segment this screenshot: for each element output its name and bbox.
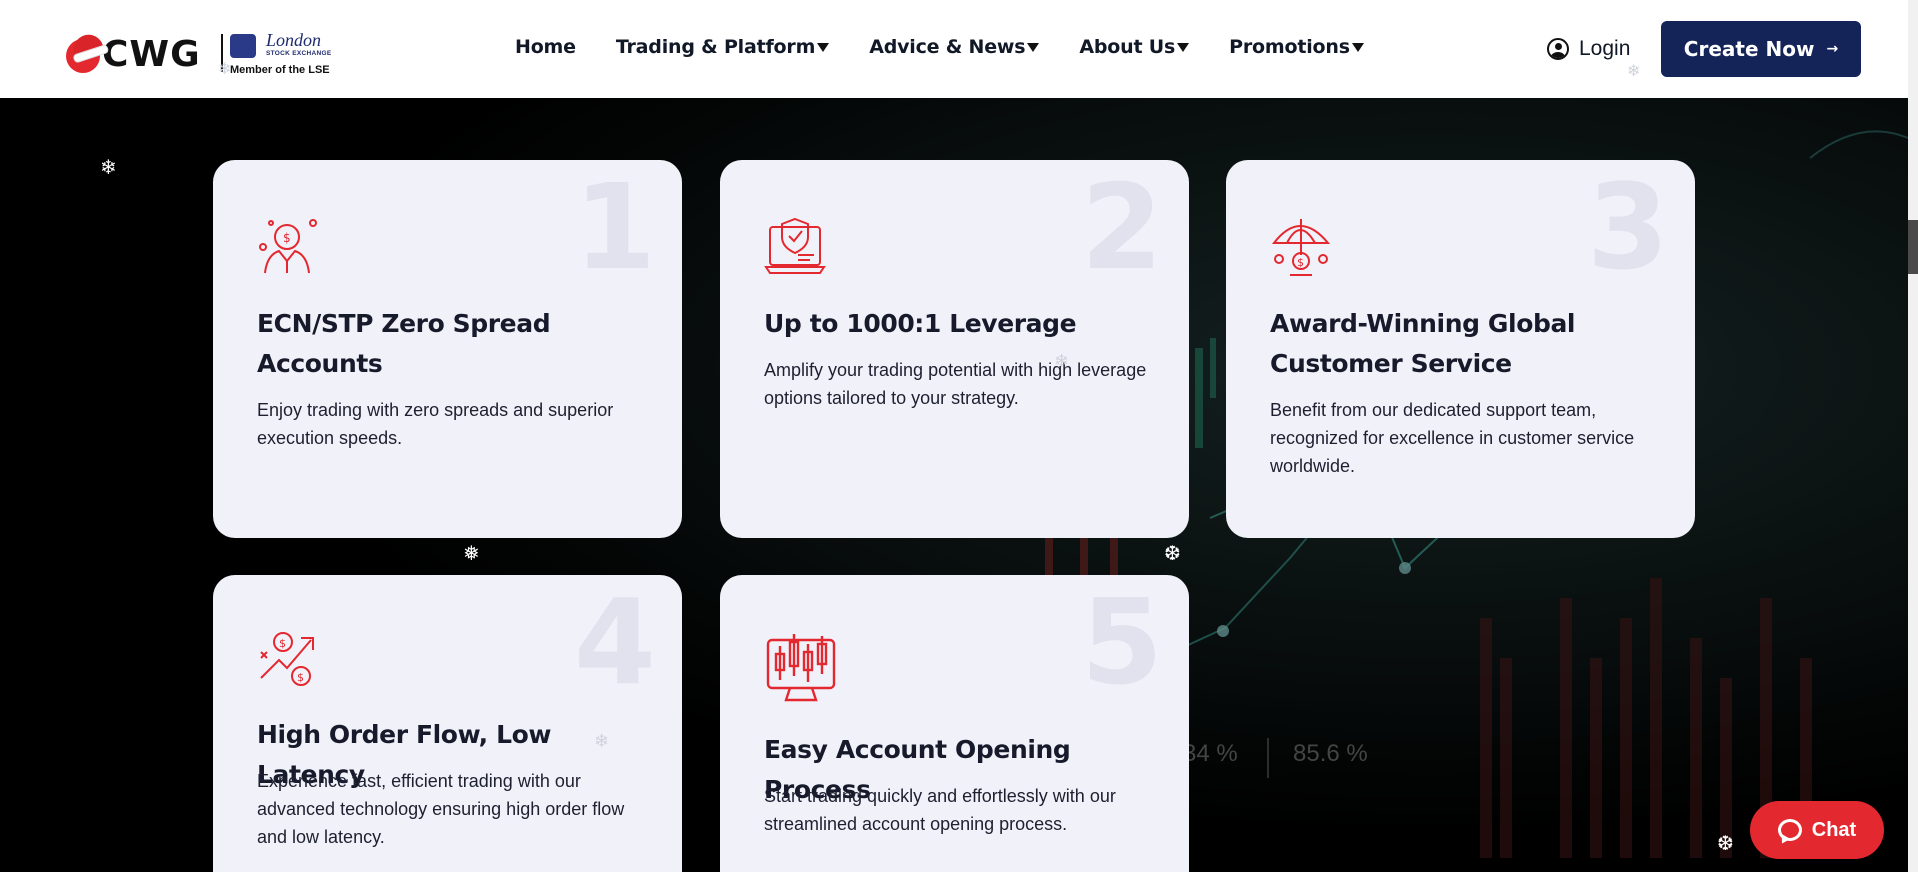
lse-exchange: STOCK EXCHANGE [266,50,332,57]
scrollbar-thumb[interactable] [1908,220,1918,274]
investor-coin-icon: $ [259,219,317,274]
card-number: 4 [573,575,656,711]
page: CWG London STOCK EXCHANGE Member of the … [0,0,1918,872]
nav-label: Home [515,36,576,58]
snowflake-icon: ❅ [463,543,480,565]
card-description: Benefit from our dedicated support team,… [1270,400,1635,476]
svg-text:$: $ [279,637,286,650]
svg-text:$: $ [297,671,304,684]
background-stat-right: 85.6 % [1293,740,1368,767]
card-description: Amplify your trading potential with high… [764,360,1147,408]
caret-down-icon [1027,42,1040,52]
card-description: Start trading quickly and effortlessly w… [764,786,1116,834]
card-number: 1 [573,160,656,296]
site-header: CWG London STOCK EXCHANGE Member of the … [0,0,1908,98]
cwg-logo[interactable]: CWG London STOCK EXCHANGE Member of the … [60,22,350,82]
nav-home[interactable]: Home [515,36,576,58]
nav-label: Trading & Platform [615,36,816,58]
lse-city: London [266,30,322,50]
arrow-right-icon: → [1826,41,1839,57]
features-section: 34 % 85.6 % 1 $ ECN/STP Zero Spread Acco… [0,98,1908,872]
card-number: 3 [1586,160,1669,296]
page-scrollbar[interactable] [1908,0,1918,872]
card-description: Experience fast, efficient trading with … [257,771,625,847]
logo-wordmark: CWG [66,30,201,75]
svg-text:$: $ [283,231,291,245]
nav-about-us[interactable]: About Us [1079,36,1190,58]
chat-label: Chat [1811,818,1857,841]
feature-card-2: 2 Up to 1000:1 Leverage Amplify your tra… [720,160,1189,538]
caret-down-icon [1351,42,1364,52]
card-description: Enjoy trading with zero spreads and supe… [257,400,614,448]
background-stat-left: 34 % [1183,740,1238,767]
nav-label: About Us [1079,36,1176,58]
logo-brand-text: CWG [102,34,201,75]
user-circle-icon [1547,38,1569,60]
card-title: Up to 1000:1 Leverage [764,309,1077,338]
nav-label: Advice & News [869,36,1026,58]
growth-coins-icon: $ $ [260,632,314,686]
laptop-shield-icon [764,217,826,274]
nav-trading-platform[interactable]: Trading & Platform [615,36,830,58]
logo-c-badge [66,30,105,73]
card-number: 2 [1080,160,1163,296]
snowflake-icon: ❆ [1717,833,1734,855]
snowflake-icon: ❄ [1627,63,1641,80]
card-title: ECN/STP Zero Spread Accounts [257,309,551,378]
caret-down-icon [817,42,830,52]
snowflake-icon: ❄ [1054,351,1070,371]
chat-bubble-icon [1777,819,1802,841]
card-number: 5 [1080,575,1163,711]
lse-member-text: Member of the LSE [230,64,330,76]
feature-card-1: 1 $ ECN/STP Zero Spread Accounts Enjoy t… [213,160,682,538]
candlestick-monitor-icon [766,634,836,702]
snowflake-icon: ❄ [218,61,232,78]
main-nav: Home Trading & Platform Advice & News Ab… [515,36,1364,58]
umbrella-coin-icon: $ [1271,219,1331,276]
caret-down-icon [1177,42,1190,52]
snowflake-icon: ❄ [100,157,117,179]
login-label: Login [1579,37,1631,60]
snowflake-icon: ❄ [594,731,610,751]
santa-hat-icon [69,30,105,60]
feature-card-3: 3 $ Award-Winning Global Customer Servic… [1226,160,1695,538]
nav-promotions[interactable]: Promotions [1229,36,1364,58]
feature-card-4: 4 $ $ High Order Flow, Low Latency Exper… [213,575,682,872]
login-link[interactable]: Login [1547,37,1630,61]
svg-text:$: $ [1297,256,1304,269]
create-now-button[interactable]: Create Now → [1661,21,1861,77]
nav-label: Promotions [1229,36,1350,58]
lse-crest-icon [230,34,256,58]
card-title: Award-Winning Global Customer Service [1270,309,1576,378]
nav-advice-news[interactable]: Advice & News [869,36,1040,58]
create-now-label: Create Now [1683,37,1815,61]
feature-card-5: 5 Easy Account Opening Process Start tra… [720,575,1189,872]
snowflake-icon: ❆ [1164,543,1181,565]
chat-button[interactable]: Chat [1750,801,1884,859]
